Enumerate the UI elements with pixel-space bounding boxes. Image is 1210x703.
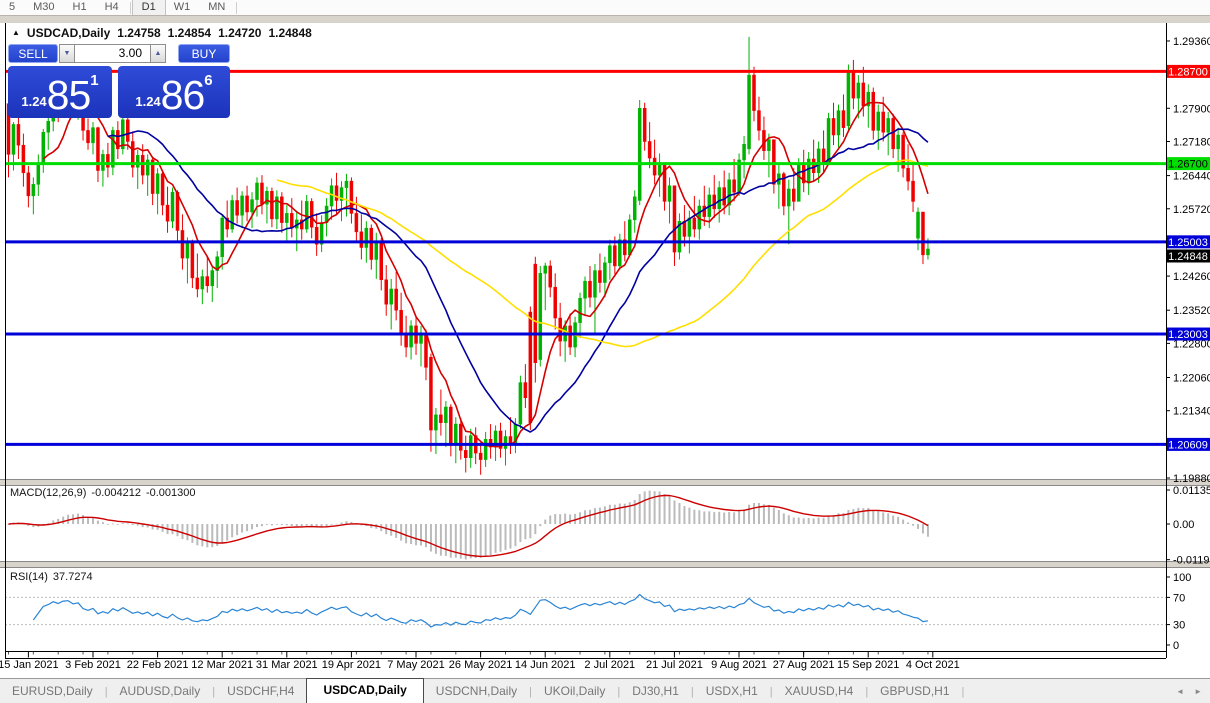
svg-text:1.28700: 1.28700 bbox=[1168, 66, 1208, 78]
one-click-trade-panel: SELL ▼ 3.00 ▲ BUY 1.24 85 1 1.24 86 6 bbox=[8, 42, 230, 118]
buy-button[interactable]: BUY bbox=[178, 44, 230, 63]
svg-text:1.24848: 1.24848 bbox=[1168, 251, 1208, 263]
svg-text:0.01135: 0.01135 bbox=[1173, 485, 1210, 497]
volume-input[interactable]: 3.00 bbox=[74, 44, 151, 63]
svg-text:1.29360: 1.29360 bbox=[1173, 36, 1210, 48]
svg-text:1.25720: 1.25720 bbox=[1173, 204, 1210, 216]
date-label: 9 Aug 2021 bbox=[711, 659, 767, 671]
symbol-collapse-arrow-icon[interactable]: ▲ bbox=[12, 28, 20, 37]
tab-scroll-left-icon[interactable]: ◄ bbox=[1176, 687, 1184, 696]
svg-text:1.22060: 1.22060 bbox=[1173, 373, 1210, 385]
tab-usdcnh-daily[interactable]: USDCNH,Daily bbox=[424, 680, 529, 703]
sell-price-big-digits: 85 bbox=[46, 72, 92, 118]
rsi-label: RSI(14) bbox=[10, 571, 48, 583]
svg-text:1.19880: 1.19880 bbox=[1173, 473, 1210, 485]
svg-text:100: 100 bbox=[1173, 572, 1191, 584]
svg-text:1.27900: 1.27900 bbox=[1173, 103, 1210, 115]
date-label: 3 Feb 2021 bbox=[65, 659, 121, 671]
date-label: 15 Jan 2021 bbox=[0, 659, 59, 671]
date-label: 7 May 2021 bbox=[387, 659, 445, 671]
rsi-label-row: RSI(14) 37.7274 bbox=[10, 571, 93, 583]
toolbar-separator bbox=[129, 1, 131, 14]
macd-label: MACD(12,26,9) bbox=[10, 487, 87, 499]
ohlc-open: 1.24758 bbox=[117, 26, 161, 40]
chart-title: ▲ USDCAD,Daily 1.24758 1.24854 1.24720 1… bbox=[12, 26, 312, 40]
tab-usdchf-h4[interactable]: USDCHF,H4 bbox=[215, 680, 306, 703]
timeframe-button-w1[interactable]: W1 bbox=[165, 0, 200, 15]
date-label: 14 Jun 2021 bbox=[514, 659, 576, 671]
timeframe-button-d1[interactable]: D1 bbox=[131, 0, 166, 16]
svg-text:0: 0 bbox=[1173, 640, 1179, 652]
macd-value-main: -0.004212 bbox=[91, 487, 141, 499]
timeframe-button-5[interactable]: 5 bbox=[0, 0, 24, 15]
svg-text:70: 70 bbox=[1173, 592, 1185, 604]
ohlc-high: 1.24854 bbox=[167, 26, 212, 40]
tab-ukoil-daily[interactable]: UKOil,Daily bbox=[532, 680, 617, 703]
timeframe-toolbar: 5 M30 H1 H4 D1 W1 MN bbox=[0, 0, 1210, 16]
buy-price-display[interactable]: 1.24 86 6 bbox=[118, 66, 230, 118]
tab-usdcad-daily[interactable]: USDCAD,Daily bbox=[306, 678, 424, 703]
date-label: 22 Feb 2021 bbox=[126, 659, 189, 671]
time-axis: 15 Jan 2021 3 Feb 2021 22 Feb 2021 12 Mar 2… bbox=[0, 659, 1210, 672]
sell-button[interactable]: SELL bbox=[8, 44, 58, 63]
sell-price-pip-digit: 1 bbox=[90, 72, 99, 89]
tab-scroll-right-icon[interactable]: ► bbox=[1194, 687, 1202, 696]
chart-symbol-period: USDCAD,Daily bbox=[26, 26, 111, 40]
date-label: 4 Oct 2021 bbox=[905, 659, 960, 671]
macd-value-signal: -0.001300 bbox=[145, 487, 196, 499]
tab-audusd-daily[interactable]: AUDUSD,Daily bbox=[108, 680, 213, 703]
svg-text:30: 30 bbox=[1173, 620, 1185, 632]
svg-text:1.23520: 1.23520 bbox=[1173, 305, 1210, 317]
sell-price-display[interactable]: 1.24 85 1 bbox=[8, 66, 112, 118]
date-label: 19 Apr 2021 bbox=[321, 659, 382, 671]
svg-text:1.23003: 1.23003 bbox=[1168, 329, 1208, 341]
buy-price-big-digits: 86 bbox=[160, 72, 206, 118]
volume-increase-button[interactable]: ▲ bbox=[150, 44, 166, 63]
svg-text:1.27180: 1.27180 bbox=[1173, 136, 1210, 148]
volume-decrease-button[interactable]: ▼ bbox=[59, 44, 75, 63]
svg-text:1.25003: 1.25003 bbox=[1168, 237, 1208, 249]
svg-text:0.00: 0.00 bbox=[1173, 519, 1194, 531]
svg-text:1.26700: 1.26700 bbox=[1168, 159, 1208, 171]
timeframe-button-m30[interactable]: M30 bbox=[24, 0, 63, 15]
toolbar-divider bbox=[0, 15, 1210, 23]
ohlc-close: 1.24848 bbox=[268, 26, 312, 40]
tab-usdx-h1[interactable]: USDX,H1 bbox=[694, 680, 770, 703]
tab-separator: | bbox=[961, 686, 965, 698]
timeframe-button-h1[interactable]: H1 bbox=[64, 0, 96, 15]
macd-label-row: MACD(12,26,9) -0.004212 -0.001300 bbox=[10, 487, 196, 499]
mt4-terminal: { "toolbar": { "timeframes": [ {"label":… bbox=[0, 0, 1210, 703]
tab-scroll-nav: ◄ ► bbox=[1176, 687, 1202, 696]
tab-xauusd-h4[interactable]: XAUUSD,H4 bbox=[773, 680, 866, 703]
tab-gbpusd-h1[interactable]: GBPUSD,H1 bbox=[868, 680, 961, 703]
date-label: 2 Jul 2021 bbox=[584, 659, 636, 671]
ohlc-low: 1.24720 bbox=[218, 26, 262, 40]
timeframe-button-mn[interactable]: MN bbox=[199, 0, 234, 15]
buy-price-pip-digit: 6 bbox=[204, 72, 213, 89]
chart-tab-bar: EURUSD,Daily | AUDUSD,Daily | USDCHF,H4 USDCA… bbox=[0, 678, 1210, 703]
tab-eurusd-daily[interactable]: EURUSD,Daily bbox=[0, 680, 105, 703]
svg-text:1.20609: 1.20609 bbox=[1168, 439, 1208, 451]
date-label: 26 May 2021 bbox=[448, 659, 513, 671]
svg-text:-0.011904: -0.011904 bbox=[1173, 555, 1210, 567]
svg-text:1.21340: 1.21340 bbox=[1173, 406, 1210, 418]
svg-text:1.26440: 1.26440 bbox=[1173, 171, 1210, 183]
date-label: 21 Jul 2021 bbox=[645, 659, 703, 671]
date-label: 27 Aug 2021 bbox=[772, 659, 835, 671]
tab-dj30-h1[interactable]: DJ30,H1 bbox=[620, 680, 691, 703]
date-label: 15 Sep 2021 bbox=[836, 659, 900, 671]
svg-text:1.24260: 1.24260 bbox=[1173, 271, 1210, 283]
date-label: 31 Mar 2021 bbox=[255, 659, 318, 671]
timeframe-button-h4[interactable]: H4 bbox=[96, 0, 128, 15]
rsi-value: 37.7274 bbox=[52, 571, 93, 583]
buy-price-prefix: 1.24 bbox=[135, 94, 161, 109]
sell-price-prefix: 1.24 bbox=[21, 94, 47, 109]
date-label: 12 Mar 2021 bbox=[191, 659, 254, 671]
toolbar-separator bbox=[236, 1, 238, 14]
